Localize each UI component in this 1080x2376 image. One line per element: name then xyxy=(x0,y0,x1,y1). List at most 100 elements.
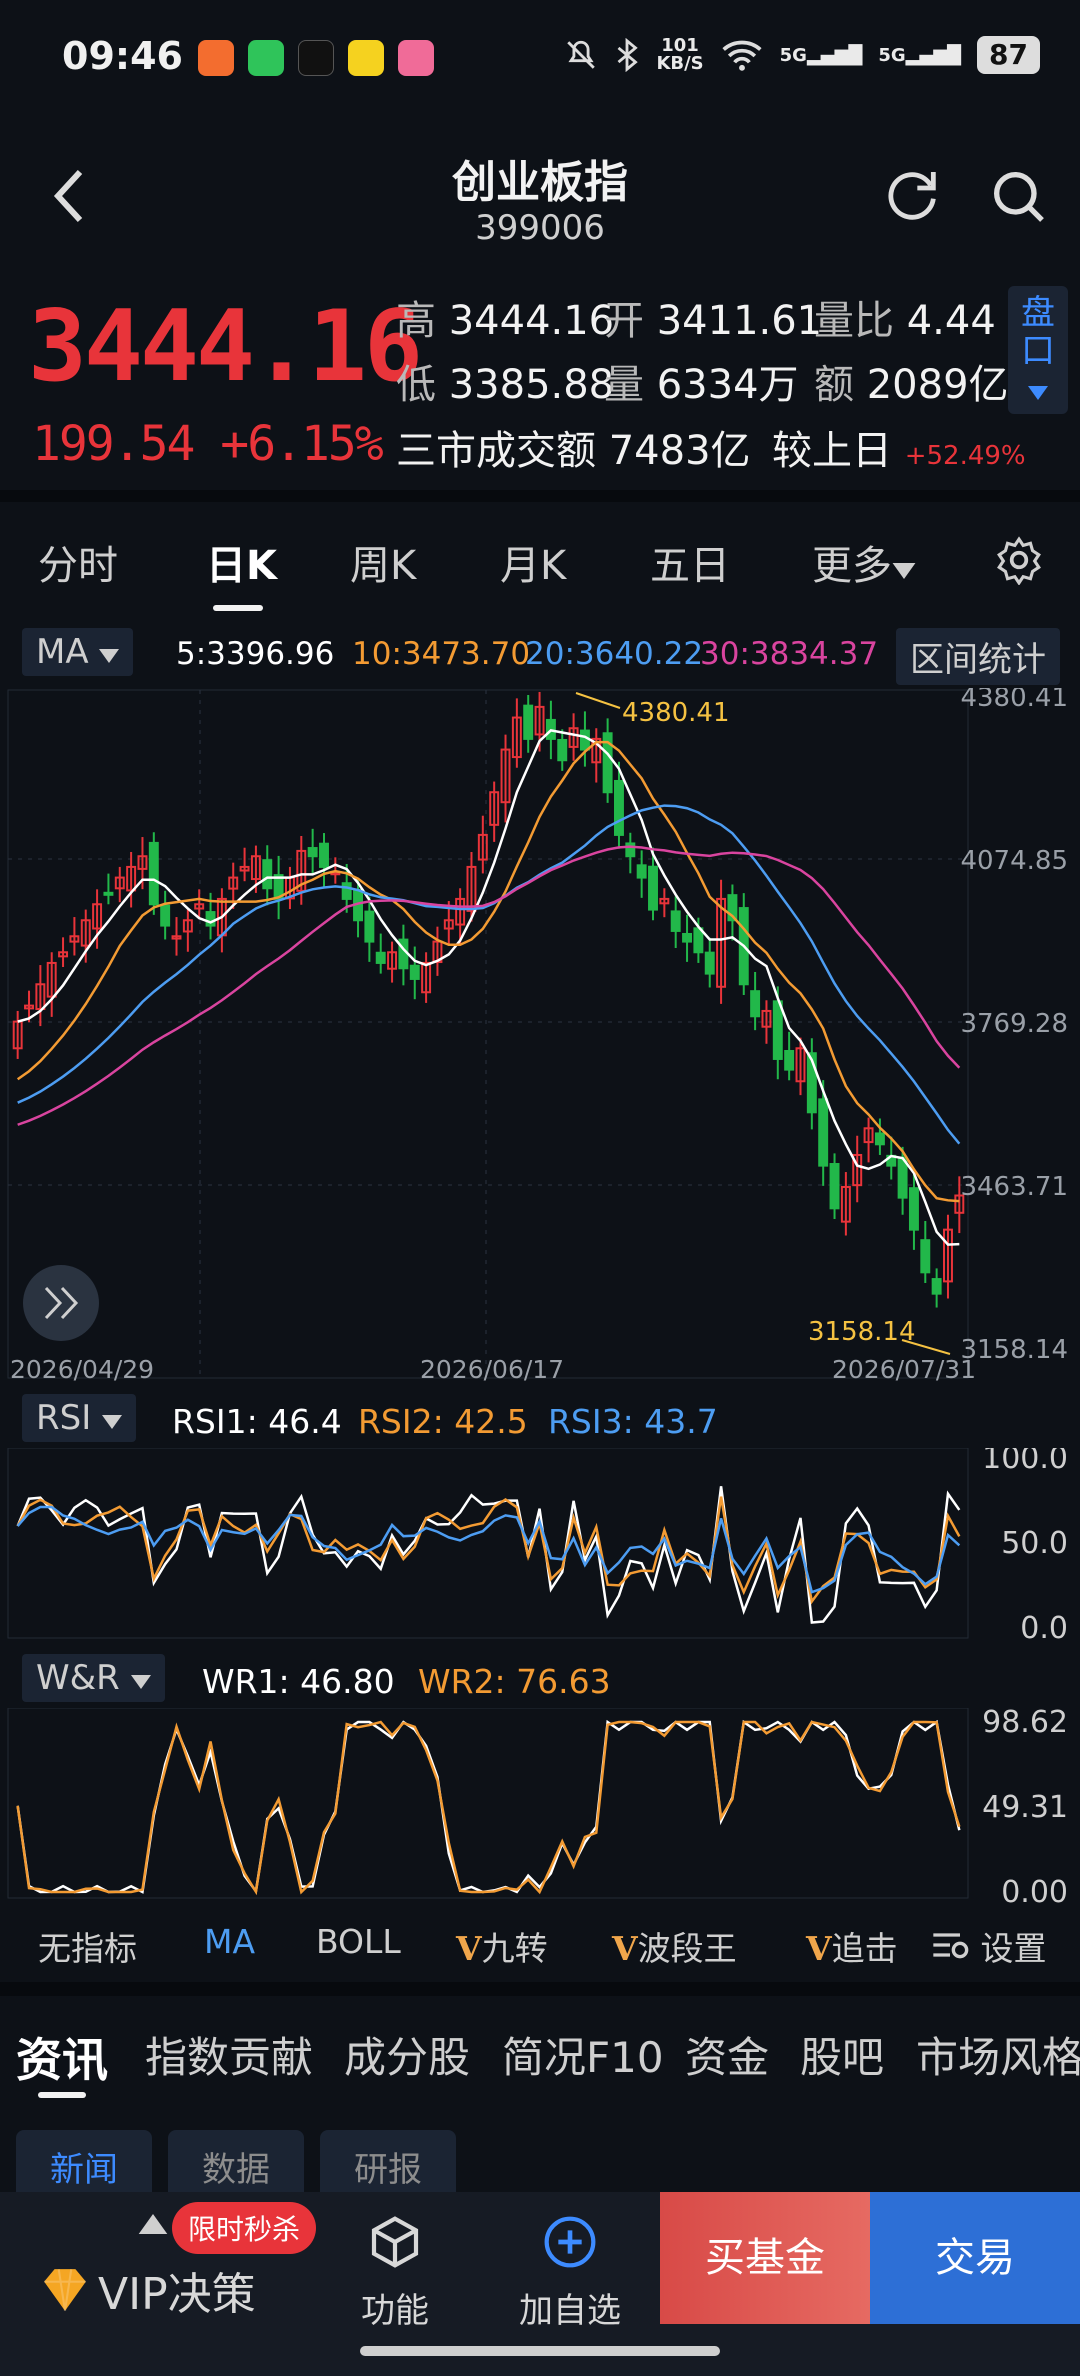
header: 创业板指 399006 xyxy=(0,140,1080,250)
rsi-selector[interactable]: RSI xyxy=(22,1394,137,1442)
date-tick-label: 2026/07/31 xyxy=(832,1355,976,1384)
wr-selector[interactable]: W&R xyxy=(22,1654,165,1702)
ma10-value: 10:3473.70 xyxy=(352,636,531,672)
price-tick-label: 4074.85 xyxy=(960,846,1068,876)
indicator-settings-label: 设置 xyxy=(980,1929,1047,1968)
rsi3-line xyxy=(16,1505,961,1594)
candle-down xyxy=(648,865,658,911)
tab-forum[interactable]: 股吧 xyxy=(800,2024,884,2085)
status-indicators: 101 KB/S 5G▂▄▆█ 5G▂▄▆█ 87 xyxy=(564,36,1040,74)
v-badge-icon: V xyxy=(612,1929,638,1968)
max-annotation: 4380.41 xyxy=(575,692,730,728)
max-pointer xyxy=(575,692,621,709)
refresh-icon[interactable] xyxy=(880,164,944,228)
info-nav: 资讯 指数贡献 成分股 简况F10 资金 股吧 市场风格 xyxy=(0,2000,1080,2110)
open-label: 开 xyxy=(604,298,644,344)
trade-button[interactable]: 交易 xyxy=(870,2192,1080,2324)
high-label: 高 xyxy=(396,298,436,344)
indicator-zhuiji[interactable]: V追击 xyxy=(806,1922,898,1970)
ma-selector[interactable]: MA xyxy=(22,628,134,676)
ma-legend: MA 5:3396.96 10:3473.70 20:3640.22 30:38… xyxy=(0,622,1080,686)
candle-down xyxy=(625,842,636,858)
candle-down xyxy=(557,738,568,762)
gear-icon[interactable] xyxy=(994,535,1044,585)
ma20-value: 20:3640.22 xyxy=(525,636,704,672)
candle-down xyxy=(262,859,273,890)
tab-monthly-k[interactable]: 月K xyxy=(500,533,566,591)
vol-value: 6334万 xyxy=(656,362,799,408)
tab-intraday[interactable]: 分时 xyxy=(38,533,118,591)
indicator-jiuzhuan[interactable]: V九转 xyxy=(456,1922,548,1970)
candle-down xyxy=(818,1098,829,1167)
phone-notif-icon xyxy=(248,40,284,76)
wr-axis-label: 0.00 xyxy=(1001,1875,1068,1904)
rsi-legend: RSI RSI1: 46.4 RSI2: 42.5 RSI3: 43.7 xyxy=(0,1392,1080,1452)
rsi2-value: RSI2: 42.5 xyxy=(358,1402,528,1441)
rsi-chart[interactable]: 100.0 50.0 0.0 xyxy=(0,1448,1080,1644)
tab-f10[interactable]: 简况F10 xyxy=(502,2024,664,2085)
wr-chart[interactable]: 98.62 49.31 0.00 xyxy=(0,1708,1080,1904)
tab-news-info[interactable]: 资讯 xyxy=(16,2024,108,2090)
date-tick-label: 2026/04/29 xyxy=(10,1355,154,1384)
kline-chart[interactable]: 4380.41 4074.85 3769.28 3463.71 3158.14 2026… xyxy=(0,688,1080,1388)
date-tick-label: 2026/06/17 xyxy=(420,1355,564,1384)
tab-indicator xyxy=(213,605,263,611)
indicator-boduanwang[interactable]: V波段王 xyxy=(612,1922,737,1970)
tab-market-style[interactable]: 市场风格 xyxy=(916,2024,1080,2085)
wr-frame xyxy=(7,1708,969,1899)
tab-five-day[interactable]: 五日 xyxy=(650,533,730,591)
caret-down-icon xyxy=(99,649,120,663)
tab-more[interactable]: 更多 xyxy=(812,533,916,591)
tab-constituents[interactable]: 成分股 xyxy=(344,2024,470,2085)
wr1-value: WR1: 46.80 xyxy=(202,1662,395,1701)
candle-down xyxy=(148,841,159,906)
high-value: 3444.16 xyxy=(448,298,615,344)
wr-legend: W&R WR1: 46.80 WR2: 76.63 xyxy=(0,1652,1080,1712)
home-indicator xyxy=(360,2346,720,2356)
diamond-icon xyxy=(44,2269,86,2311)
tab-daily-k[interactable]: 日K xyxy=(206,533,277,591)
indicator-boll[interactable]: BOLL xyxy=(316,1922,401,1961)
indicator-none[interactable]: 无指标 xyxy=(38,1922,137,1970)
range-stats-button[interactable]: 区间统计 xyxy=(896,628,1060,685)
vip-decision-button[interactable]: VIP决策 xyxy=(40,2258,256,2322)
v-badge-icon: V xyxy=(806,1929,832,1968)
flash-sale-badge[interactable]: 限时秒杀 xyxy=(172,2202,317,2254)
current-price: 3444.16 xyxy=(28,290,423,404)
market-amount-value: 7483亿 xyxy=(608,428,751,474)
candle-down xyxy=(693,927,704,954)
sim2-signal: 5G▂▄▆█ xyxy=(878,44,962,66)
caret-up-icon xyxy=(138,2214,168,2234)
ma30-value: 30:3834.37 xyxy=(700,636,879,672)
tab-funds[interactable]: 资金 xyxy=(685,2024,769,2085)
add-watchlist-button[interactable]: 加自选 xyxy=(510,2214,630,2332)
date-axis: 2026/04/29 2026/06/17 2026/07/31 xyxy=(10,1355,976,1384)
tab-weekly-k[interactable]: 周K xyxy=(350,533,416,591)
function-button[interactable]: 功能 xyxy=(340,2214,450,2332)
pankou-button[interactable]: 盘口 xyxy=(1008,286,1068,414)
indicator-ma[interactable]: MA xyxy=(204,1922,255,1961)
battery: 87 xyxy=(977,36,1040,74)
indicator-zhuiji-label: 追击 xyxy=(831,1929,898,1968)
rsi3-value: RSI3: 43.7 xyxy=(548,1402,718,1441)
candle-down xyxy=(704,951,715,975)
ma20-line xyxy=(17,804,961,1145)
candle-down xyxy=(636,864,647,879)
tab-index-contribution[interactable]: 指数贡献 xyxy=(145,2024,313,2085)
collapse-button[interactable] xyxy=(23,1265,99,1341)
caret-down-icon xyxy=(102,1415,123,1429)
indicator-settings[interactable]: 设置 xyxy=(930,1922,1047,1970)
buy-fund-button[interactable]: 买基金 xyxy=(660,2192,870,2324)
sim2-label: 5G xyxy=(878,44,906,66)
price-tick-label: 3769.28 xyxy=(960,1009,1068,1039)
period-tabs: 分时 日K 周K 月K 五日 更多 xyxy=(0,505,1080,615)
function-label: 功能 xyxy=(361,2291,429,2331)
search-icon[interactable] xyxy=(986,164,1050,228)
price-axis: 4380.41 4074.85 3769.28 3463.71 3158.14 xyxy=(960,688,1068,1365)
rsi1-line xyxy=(16,1486,961,1624)
market-amount-label: 三市成交额 xyxy=(396,428,596,474)
ratio-cell: 量比 4.44 xyxy=(814,288,996,346)
pankou-label: 盘口 xyxy=(1021,293,1055,371)
vip-decision-label: VIP决策 xyxy=(98,2269,256,2320)
ratio-label: 量比 xyxy=(814,298,894,344)
